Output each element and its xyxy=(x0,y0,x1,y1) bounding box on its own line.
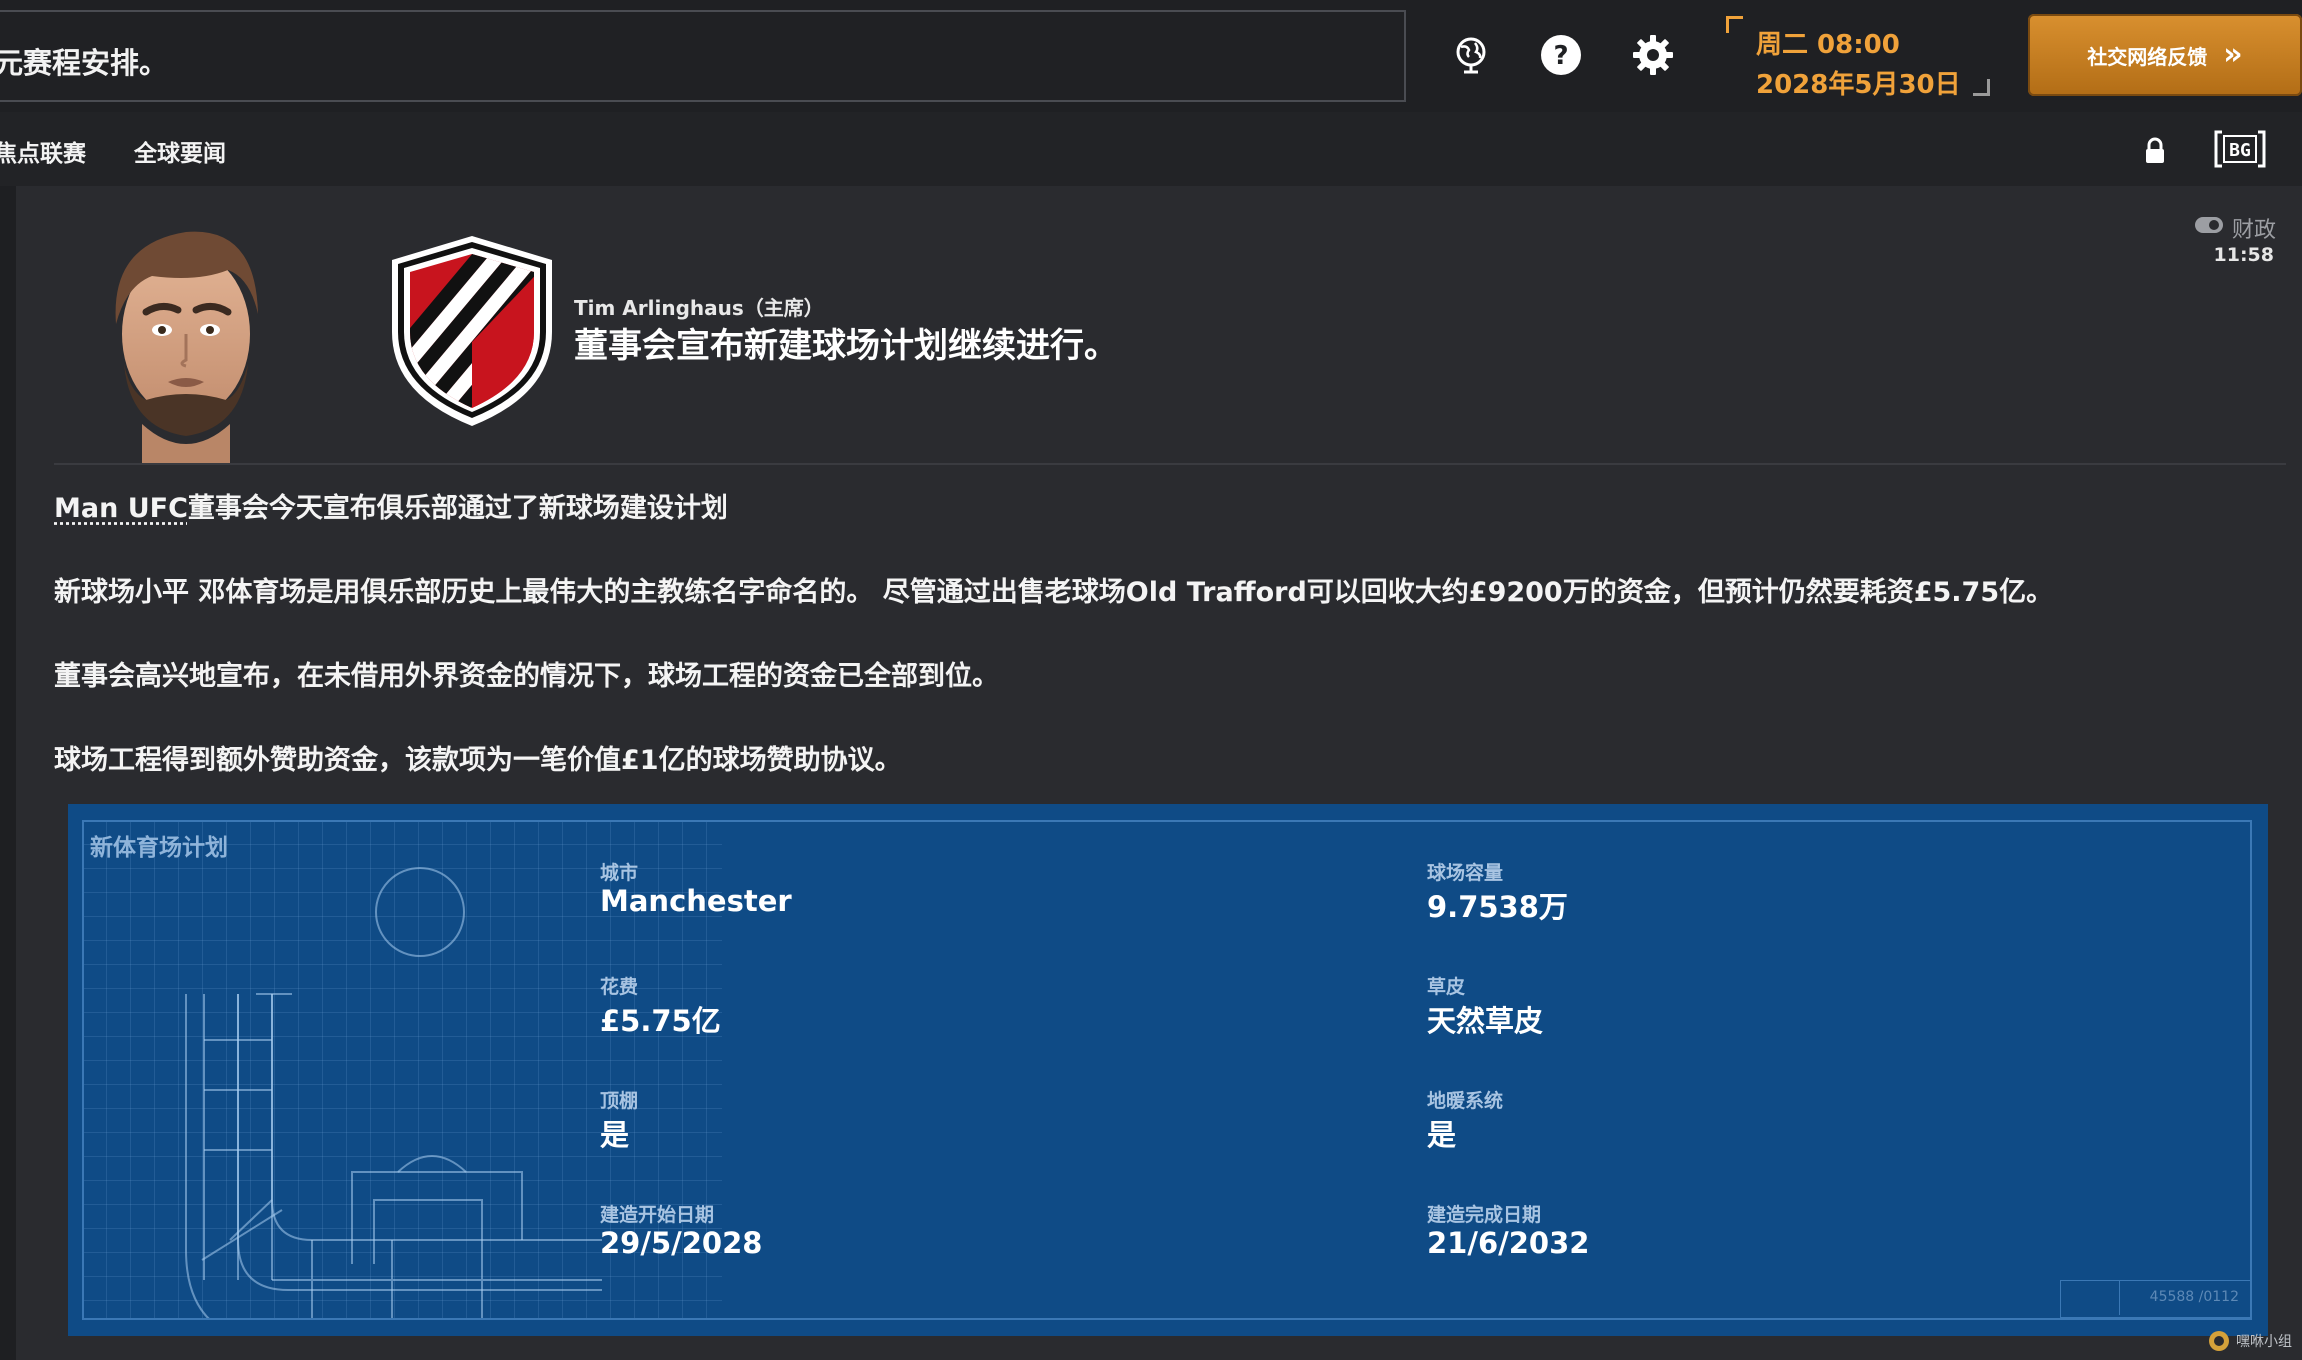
club-crest-icon[interactable] xyxy=(388,232,556,428)
settings-gear-icon[interactable] xyxy=(1628,30,1678,80)
site-watermark: 嘿咻小组 xyxy=(2208,1330,2292,1352)
svg-text:BG: BG xyxy=(2229,140,2251,161)
chairman-avatar[interactable] xyxy=(76,214,296,464)
news-category-label: 财政 xyxy=(2231,218,2276,243)
field-label-city: 城市 xyxy=(600,862,639,884)
stamp-cell xyxy=(2061,1281,2120,1315)
left-sidebar-strip xyxy=(0,186,16,1360)
news-author[interactable]: Tim Arlinghaus（主席） xyxy=(574,292,824,321)
news-ticker[interactable]: 元赛程安排。 xyxy=(0,10,1406,102)
social-feedback-button[interactable]: 社交网络反馈 » xyxy=(2028,14,2302,96)
eye-icon[interactable] xyxy=(2194,215,2224,241)
news-paragraph-1: Man UFC董事会今天宣布俱乐部通过了新球场建设计划 xyxy=(54,486,728,525)
bg-toggle-icon[interactable]: BG xyxy=(2212,128,2268,174)
date-full: 2028年5月30日 xyxy=(1756,70,1961,100)
news-paragraph-3: 董事会高兴地宣布，在未借用外界资金的情况下，球场工程的资金已全部到位。 xyxy=(54,661,999,692)
field-label-pitch: 草皮 xyxy=(1427,976,1466,998)
field-label-build-finish: 建造完成日期 xyxy=(1427,1204,1542,1226)
nav-item-world-news[interactable]: 全球要闻 xyxy=(134,134,226,168)
blueprint-stamp: 45588 /0112 xyxy=(2060,1280,2252,1318)
game-date[interactable]: 周二 08:00 2028年5月30日 xyxy=(1726,16,1990,100)
double-chevron-right-icon: » xyxy=(2223,37,2243,72)
field-value-undersoil-heating: 是 xyxy=(1427,1118,1457,1152)
ticker-text: 元赛程安排。 xyxy=(0,46,169,80)
field-label-build-start: 建造开始日期 xyxy=(600,1204,715,1226)
field-label-undersoil-heating: 地暖系统 xyxy=(1427,1090,1504,1112)
date-corner-br xyxy=(1973,79,1990,96)
sub-nav: 焦点联赛 全球要闻 BG xyxy=(0,112,2302,186)
news-headline: 董事会宣布新建球场计划继续进行。 xyxy=(574,326,1118,366)
lock-icon[interactable] xyxy=(2142,136,2168,170)
watermark-logo-icon xyxy=(2209,1331,2229,1351)
news-paragraph-2: 新球场小平 邓体育场是用俱乐部历史上最伟大的主教练名字命名的。 尽管通过出售老球… xyxy=(54,577,2054,608)
field-label-roof: 顶棚 xyxy=(600,1090,639,1112)
field-value-city: Manchester xyxy=(600,884,792,918)
club-link[interactable]: Man UFC xyxy=(54,493,188,524)
field-value-pitch: 天然草皮 xyxy=(1427,1004,1544,1038)
date-corner-tl xyxy=(1726,16,1743,33)
news-paragraph-4: 球场工程得到额外赞助资金，该款项为一笔价值£1亿的球场赞助协议。 xyxy=(54,745,902,776)
news-time: 11:58 xyxy=(2213,244,2274,266)
card-title: 新体育场计划 xyxy=(90,835,228,861)
news-category: 财政 xyxy=(2194,212,2276,244)
field-value-build-start: 29/5/2028 xyxy=(600,1226,763,1260)
svg-text:?: ? xyxy=(1553,41,1568,71)
field-value-capacity: 9.7538万 xyxy=(1427,890,1568,924)
field-value-cost: £5.75亿 xyxy=(600,1004,721,1038)
field-value-build-finish: 21/6/2032 xyxy=(1427,1226,1590,1260)
stamp-text: 45588 /0112 xyxy=(2149,1289,2239,1305)
nav-item-focus-leagues[interactable]: 焦点联赛 xyxy=(0,134,86,168)
new-stadium-plan-card: 新体育场计划 城市 Manchester 花费 £5.75亿 顶棚 是 建造开始… xyxy=(68,804,2268,1336)
news-paragraph-1-text: 董事会今天宣布俱乐部通过了新球场建设计划 xyxy=(187,493,728,524)
top-bar: 元赛程安排。 ? 周二 08:00 2028年5月30日 社交网络反馈 » xyxy=(0,0,2302,112)
date-weekday-time: 周二 08:00 xyxy=(1756,30,1900,60)
watermark-text: 嘿咻小组 xyxy=(2236,1334,2292,1350)
header-divider xyxy=(54,463,2286,465)
field-value-roof: 是 xyxy=(600,1118,630,1152)
social-feedback-label: 社交网络反馈 xyxy=(2087,44,2208,69)
field-label-cost: 花费 xyxy=(600,976,639,998)
help-icon[interactable]: ? xyxy=(1536,30,1586,80)
field-label-capacity: 球场容量 xyxy=(1427,862,1504,884)
card-frame xyxy=(82,820,2252,1320)
globe-icon[interactable] xyxy=(1446,30,1496,80)
